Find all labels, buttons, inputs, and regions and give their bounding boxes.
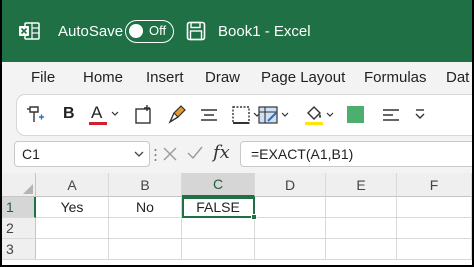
cell-c2[interactable]: [182, 218, 255, 239]
insert-cells-icon[interactable]: [133, 103, 155, 127]
fill-swatch-button[interactable]: [347, 103, 365, 127]
cell-f3[interactable]: [397, 239, 472, 260]
autosave-label: AutoSave: [58, 23, 124, 40]
font-color-label: A: [91, 103, 103, 122]
cell-e1[interactable]: [326, 197, 397, 218]
bold-label: B: [63, 105, 75, 122]
cell-f1[interactable]: [397, 197, 472, 218]
column-header-a[interactable]: A: [36, 173, 109, 197]
align-center-icon[interactable]: [199, 103, 219, 127]
cell-e3[interactable]: [326, 239, 397, 260]
title-bar: AutoSave Off Book1 - Excel: [2, 0, 472, 62]
cell-b1[interactable]: No: [109, 197, 182, 218]
column-header-e[interactable]: E: [326, 173, 397, 197]
tab-file[interactable]: File: [31, 69, 55, 86]
excel-window: AutoSave Off Book1 - Excel File Home Ins…: [2, 0, 472, 265]
tab-formulas[interactable]: Formulas: [364, 69, 427, 86]
select-all-corner[interactable]: [2, 173, 36, 197]
column-header-d[interactable]: D: [255, 173, 326, 197]
row-header-1[interactable]: 1: [2, 197, 36, 218]
formula-bar: C1 fx =EXACT(A1,B1): [2, 137, 472, 172]
align-left-icon[interactable]: [381, 103, 401, 127]
name-box[interactable]: C1: [14, 141, 150, 167]
row-header-3[interactable]: 3: [2, 239, 36, 260]
more-options-icon[interactable]: [413, 103, 427, 127]
window-title: Book1 - Excel: [218, 23, 311, 40]
drag-handle-icon[interactable]: [154, 147, 157, 163]
cell-d1[interactable]: [255, 197, 326, 218]
clear-format-brush-icon[interactable]: [167, 103, 189, 127]
cancel-icon[interactable]: [162, 146, 178, 162]
cell-a2[interactable]: [36, 218, 109, 239]
bold-button[interactable]: B: [61, 103, 75, 127]
formula-input[interactable]: =EXACT(A1,B1): [240, 141, 472, 167]
worksheet-grid: A B C D E F 1 Yes No FALSE 2 3: [2, 173, 472, 265]
tab-insert[interactable]: Insert: [146, 69, 184, 86]
cell-d3[interactable]: [255, 239, 326, 260]
insert-function-icon[interactable]: fx: [213, 142, 230, 163]
fill-color-button[interactable]: [303, 103, 337, 127]
tab-draw[interactable]: Draw: [205, 69, 240, 86]
cell-b2[interactable]: [109, 218, 182, 239]
cell-a3[interactable]: [36, 239, 109, 260]
chevron-down-icon: [111, 111, 119, 116]
cell-e2[interactable]: [326, 218, 397, 239]
fill-handle[interactable]: [251, 214, 257, 220]
cell-c1[interactable]: FALSE: [182, 197, 255, 218]
column-header-c[interactable]: C: [182, 173, 255, 197]
column-header-b[interactable]: B: [109, 173, 182, 197]
select-all-triangle-icon: [23, 184, 33, 194]
excel-logo-icon: [18, 21, 40, 41]
font-color-swatch: [89, 122, 107, 125]
font-color-button[interactable]: A: [89, 103, 123, 127]
autosave-toggle[interactable]: Off: [125, 20, 174, 43]
autosave-state: Off: [149, 23, 167, 38]
ribbon-tabs: File Home Insert Draw Page Layout Formul…: [2, 62, 472, 92]
enter-icon[interactable]: [186, 145, 204, 161]
cell-d2[interactable]: [255, 218, 326, 239]
formula-text: =EXACT(A1,B1): [251, 146, 354, 162]
save-icon[interactable]: [186, 21, 206, 41]
tab-data[interactable]: Dat: [446, 69, 469, 86]
name-box-value: C1: [22, 146, 40, 162]
fill-swatch: [347, 106, 364, 123]
row-header-2[interactable]: 2: [2, 218, 36, 239]
toggle-knob: [129, 24, 143, 38]
tab-home[interactable]: Home: [83, 69, 123, 86]
ribbon-toolbar: B A: [16, 94, 472, 136]
column-header-f[interactable]: F: [397, 173, 472, 197]
chevron-down-icon[interactable]: [133, 147, 145, 161]
format-painter-icon[interactable]: [25, 103, 47, 127]
format-table-button[interactable]: [257, 103, 293, 127]
cell-a1[interactable]: Yes: [36, 197, 109, 218]
tab-page-layout[interactable]: Page Layout: [261, 69, 345, 86]
cell-c3[interactable]: [182, 239, 255, 260]
cell-b3[interactable]: [109, 239, 182, 260]
cell-f2[interactable]: [397, 218, 472, 239]
